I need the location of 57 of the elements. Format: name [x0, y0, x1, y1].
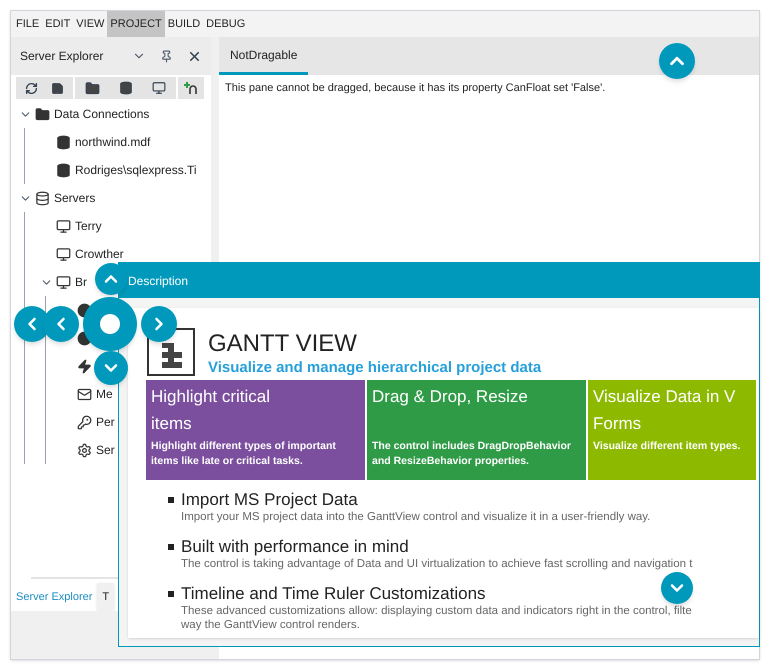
product-heading: GANTT VIEW — [208, 329, 358, 359]
monitor-icon — [56, 218, 71, 234]
document-tab[interactable]: NotDragable — [219, 37, 308, 75]
tree-item[interactable]: northwind.mdf — [75, 135, 150, 149]
tree-item[interactable]: Ser — [96, 443, 115, 457]
tile-text: Highlight different types of important items like late or critical tasks. — [151, 439, 337, 469]
tree-item[interactable]: Data Connections — [54, 107, 150, 121]
tree-item[interactable]: Servers — [54, 191, 96, 205]
gear-icon — [77, 442, 92, 458]
database-icon — [56, 162, 71, 178]
bullet — [168, 591, 174, 597]
plus-arrow-icon[interactable] — [184, 81, 198, 95]
tile-title: Drag & Drop, Resize — [372, 386, 529, 408]
refresh-icon[interactable] — [25, 82, 38, 94]
bullet — [168, 497, 174, 503]
mail-icon — [77, 386, 92, 402]
key-icon — [77, 414, 92, 430]
menu-item[interactable]: BUILD — [164, 11, 204, 37]
bullet — [168, 544, 174, 550]
tree-item[interactable]: Per — [96, 415, 115, 429]
window-title: Description — [128, 272, 188, 290]
menu-item[interactable]: VIEW — [73, 11, 108, 37]
tree-item[interactable]: Crowther — [75, 247, 124, 261]
menu-item[interactable]: EDIT — [42, 11, 74, 37]
tile-title: Visualize Data in V Forms — [593, 386, 736, 435]
folder-icon[interactable] — [85, 80, 100, 96]
monitor-icon — [56, 274, 71, 290]
menu-item[interactable]: DEBUG — [203, 11, 248, 37]
server-stack-icon — [35, 190, 50, 206]
tile-text: The control includes DragDropBehavior and ResizeBehavior properties. — [372, 439, 572, 469]
panel-tab[interactable]: T — [97, 583, 114, 611]
feature-title: Import MS Project Data — [181, 489, 358, 510]
feature-text: The control is taking advantage of Data and UI virtualization to achieve fast scrolling and navigation t — [181, 557, 692, 571]
tile-title: Highlight critical items — [151, 386, 272, 435]
tree-item[interactable]: Terry — [75, 219, 102, 233]
database-icon — [56, 134, 71, 150]
tile-text: Visualize different item types. — [593, 439, 742, 454]
gantt-icon — [147, 328, 195, 376]
menu-item[interactable]: PROJECT — [107, 11, 165, 37]
lightning-icon — [77, 358, 92, 374]
folder-icon — [35, 106, 50, 122]
feature-title: Timeline and Time Ruler Customizations — [181, 583, 486, 604]
monitor-icon[interactable] — [152, 81, 166, 95]
tree-item[interactable]: Rodriges\sqlexpress.Ti — [75, 163, 197, 177]
tree-item[interactable]: Br — [75, 275, 87, 289]
menu-item[interactable]: FILE — [13, 11, 42, 37]
feature-text: These advanced customizations allow: displaying custom data and indicators right in the control, filte way the GanttView control renders. — [181, 604, 692, 632]
monitor-icon — [56, 246, 71, 262]
feature-text: Import your MS project data into the GanttView control and visualize it in a user-friendly way. — [181, 510, 650, 524]
product-subtitle: Visualize and manage hierarchical project data — [208, 359, 542, 377]
pin-icon[interactable] — [160, 50, 173, 62]
panel-title: Server Explorer — [20, 48, 104, 65]
database-icon[interactable] — [119, 81, 133, 95]
feature-title: Built with performance in mind — [181, 536, 409, 557]
save-icon[interactable] — [51, 82, 64, 94]
pane-message: This pane cannot be dragged, because it has its property CanFloat set 'False'. — [224, 81, 606, 96]
tree-item[interactable]: Me — [96, 387, 113, 401]
